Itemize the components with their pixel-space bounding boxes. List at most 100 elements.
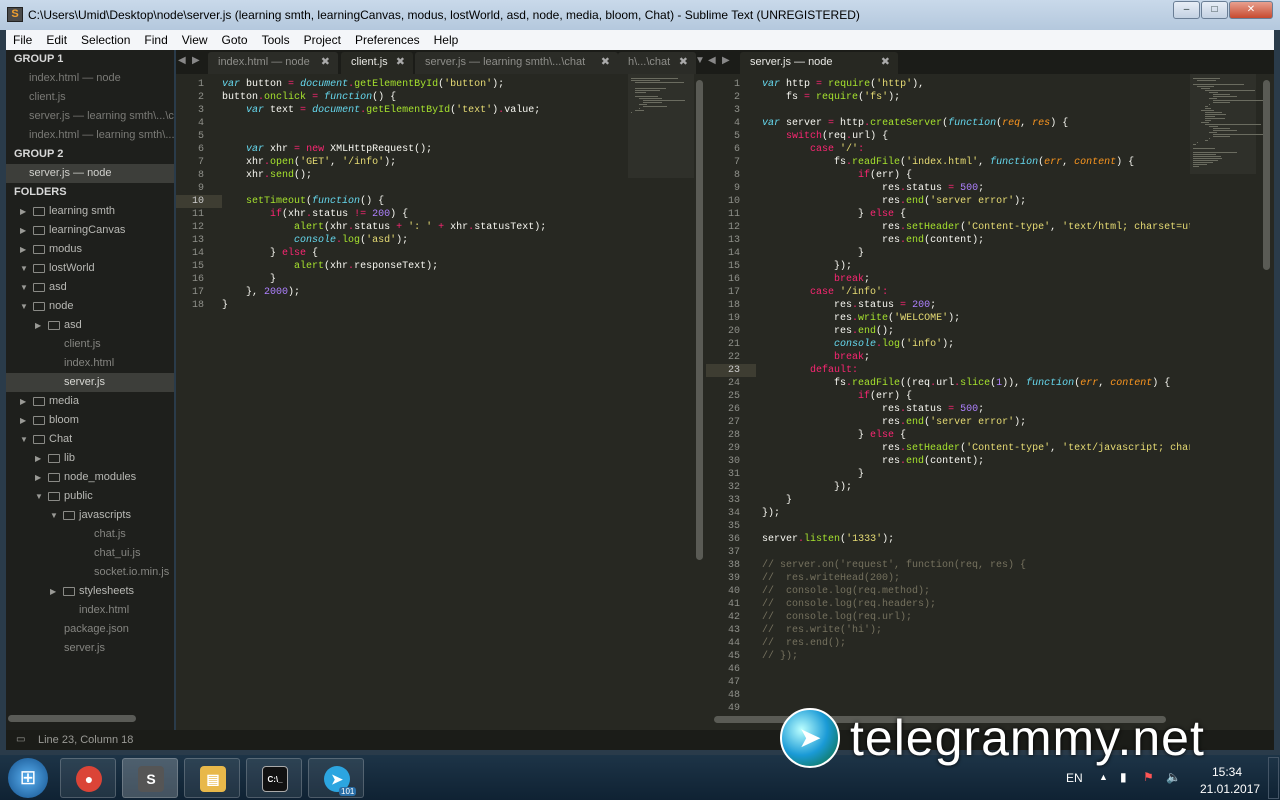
start-button[interactable]: ⊞ (8, 758, 48, 798)
file-item[interactable]: socket.io.min.js (6, 563, 174, 582)
sidebar-scrollbar[interactable] (8, 715, 136, 722)
tab-server-js[interactable]: server.js — learning smth\...\chat ✖ (415, 52, 618, 74)
open-file-item[interactable]: index.html — node (6, 69, 174, 88)
close-tab-icon[interactable]: ✖ (396, 52, 405, 72)
folder-item[interactable]: ▶ node_modules (6, 468, 174, 487)
minimize-button[interactable]: – (1173, 1, 1200, 19)
menu-item-tools[interactable]: Tools (255, 30, 297, 50)
code-token: if (858, 170, 871, 181)
close-tab-icon[interactable]: ✖ (881, 52, 890, 72)
vertical-scrollbar[interactable] (1263, 80, 1270, 270)
menu-item-file[interactable]: File (6, 30, 39, 50)
open-file-item[interactable]: client.js (6, 88, 174, 107)
tab-next-icon[interactable]: ▶ (722, 55, 730, 66)
folder-item[interactable]: ▼ asd (6, 278, 174, 297)
language-indicator[interactable]: EN (1066, 771, 1083, 785)
minimap[interactable] (1190, 74, 1265, 174)
clock-date[interactable]: 21.01.2017 (1200, 782, 1260, 796)
show-hidden-icons-icon[interactable]: ▲ (1099, 772, 1108, 782)
menu-item-help[interactable]: Help (427, 30, 466, 50)
folder-item[interactable]: ▶ bloom (6, 411, 174, 430)
panel-toggle-icon[interactable]: ▭ (16, 730, 25, 750)
folder-item[interactable]: ▼ Chat (6, 430, 174, 449)
file-item[interactable]: server.js (6, 639, 174, 658)
chevron-down-icon[interactable]: ▼ (35, 487, 43, 506)
tab-prev-icon[interactable]: ◀ (178, 55, 186, 66)
chevron-right-icon[interactable]: ▶ (35, 468, 41, 487)
menu-item-goto[interactable]: Goto (215, 30, 255, 50)
tab-client-js[interactable]: client.js ✖ (341, 52, 413, 74)
tab-list-icon[interactable]: ▼ (695, 55, 705, 66)
folder-item[interactable]: ▼ node (6, 297, 174, 316)
chevron-right-icon[interactable]: ▶ (20, 240, 26, 259)
code-area[interactable]: 1 var http = require('http'), 2 fs = requi… (706, 78, 1190, 728)
folder-item[interactable]: ▶ learningCanvas (6, 221, 174, 240)
minimap[interactable] (628, 74, 694, 178)
menu-item-preferences[interactable]: Preferences (348, 30, 427, 50)
folder-item[interactable]: ▼ public (6, 487, 174, 506)
chevron-right-icon[interactable]: ▶ (35, 316, 41, 335)
file-item[interactable]: package.json (6, 620, 174, 639)
file-item[interactable]: client.js (6, 335, 174, 354)
chevron-down-icon[interactable]: ▼ (20, 278, 28, 297)
chevron-down-icon[interactable]: ▼ (20, 430, 28, 449)
folder-item[interactable]: ▼ lostWorld (6, 259, 174, 278)
horizontal-scrollbar[interactable] (714, 716, 1166, 723)
volume-icon[interactable]: 🔈 (1166, 770, 1181, 784)
taskbar-cmd-button[interactable]: C:\_ (246, 758, 302, 798)
menu-item-project[interactable]: Project (297, 30, 348, 50)
file-item[interactable]: index.html (6, 354, 174, 373)
open-file-item[interactable]: index.html — learning smth\...\chat (6, 126, 174, 145)
taskbar-telegram-button[interactable]: ➤ 101 (308, 758, 364, 798)
action-center-icon[interactable]: ⚑ (1143, 770, 1154, 784)
taskbar-sublime-button[interactable]: S (122, 758, 178, 798)
chevron-down-icon[interactable]: ▼ (20, 259, 28, 278)
open-file-item[interactable]: server.js — node (6, 164, 174, 183)
chevron-right-icon[interactable]: ▶ (20, 392, 26, 411)
menu-item-selection[interactable]: Selection (74, 30, 137, 50)
clock-time[interactable]: 15:34 (1212, 765, 1242, 779)
file-item[interactable]: index.html (6, 601, 174, 620)
file-item[interactable]: chat.js (6, 525, 174, 544)
power-icon[interactable]: ▮ (1120, 770, 1127, 784)
maximize-button[interactable]: □ (1201, 1, 1228, 19)
folder-item[interactable]: ▶ media (6, 392, 174, 411)
file-item[interactable]: chat_ui.js (6, 544, 174, 563)
folder-item[interactable]: ▶ lib (6, 449, 174, 468)
left-editor-pane[interactable]: ◀ ▶ index.html — node ✖ client.js ✖ server.j… (176, 50, 706, 730)
menu-item-find[interactable]: Find (137, 30, 174, 50)
right-editor-pane[interactable]: ◀ ▶ server.js — node ✖ 1 var http = requir… (706, 50, 1274, 730)
folder-item[interactable]: ▶ asd (6, 316, 174, 335)
close-tab-icon[interactable]: ✖ (679, 52, 688, 72)
vertical-scrollbar[interactable] (696, 80, 703, 560)
open-file-item[interactable]: server.js — learning smth\...\chat (6, 107, 174, 126)
folder-item[interactable]: ▶ learning smth (6, 202, 174, 221)
folder-item[interactable]: ▶ stylesheets (6, 582, 174, 601)
folders-heading: FOLDERS (14, 186, 67, 198)
chevron-down-icon[interactable]: ▼ (20, 297, 28, 316)
close-tab-icon[interactable]: ✖ (601, 52, 610, 72)
chevron-right-icon[interactable]: ▶ (35, 449, 41, 468)
close-tab-icon[interactable]: ✖ (321, 52, 330, 72)
tab-next-icon[interactable]: ▶ (192, 55, 200, 66)
folder-item[interactable]: ▶ modus (6, 240, 174, 259)
line-number: 12 (191, 222, 204, 233)
menu-item-edit[interactable]: Edit (39, 30, 74, 50)
chevron-right-icon[interactable]: ▶ (20, 411, 26, 430)
folder-item[interactable]: ▼ javascripts (6, 506, 174, 525)
tab-prev-icon[interactable]: ◀ (708, 55, 716, 66)
file-item[interactable]: server.js (6, 373, 174, 392)
tab-h-----chat[interactable]: h\...\chat ✖ (618, 52, 696, 74)
menu-item-view[interactable]: View (175, 30, 215, 50)
code-area[interactable]: 1 var button = document.getElementById('b… (176, 78, 626, 728)
close-button[interactable]: ✕ (1229, 1, 1273, 19)
taskbar-chrome-button[interactable]: ● (60, 758, 116, 798)
tab-server-js[interactable]: server.js — node ✖ (740, 52, 898, 74)
tab-index-html[interactable]: index.html — node ✖ (208, 52, 338, 74)
show-desktop-button[interactable] (1268, 757, 1279, 799)
chevron-right-icon[interactable]: ▶ (20, 221, 26, 240)
chevron-right-icon[interactable]: ▶ (50, 582, 56, 601)
chevron-right-icon[interactable]: ▶ (20, 202, 26, 221)
taskbar-explorer-button[interactable]: ▤ (184, 758, 240, 798)
chevron-down-icon[interactable]: ▼ (50, 506, 58, 525)
